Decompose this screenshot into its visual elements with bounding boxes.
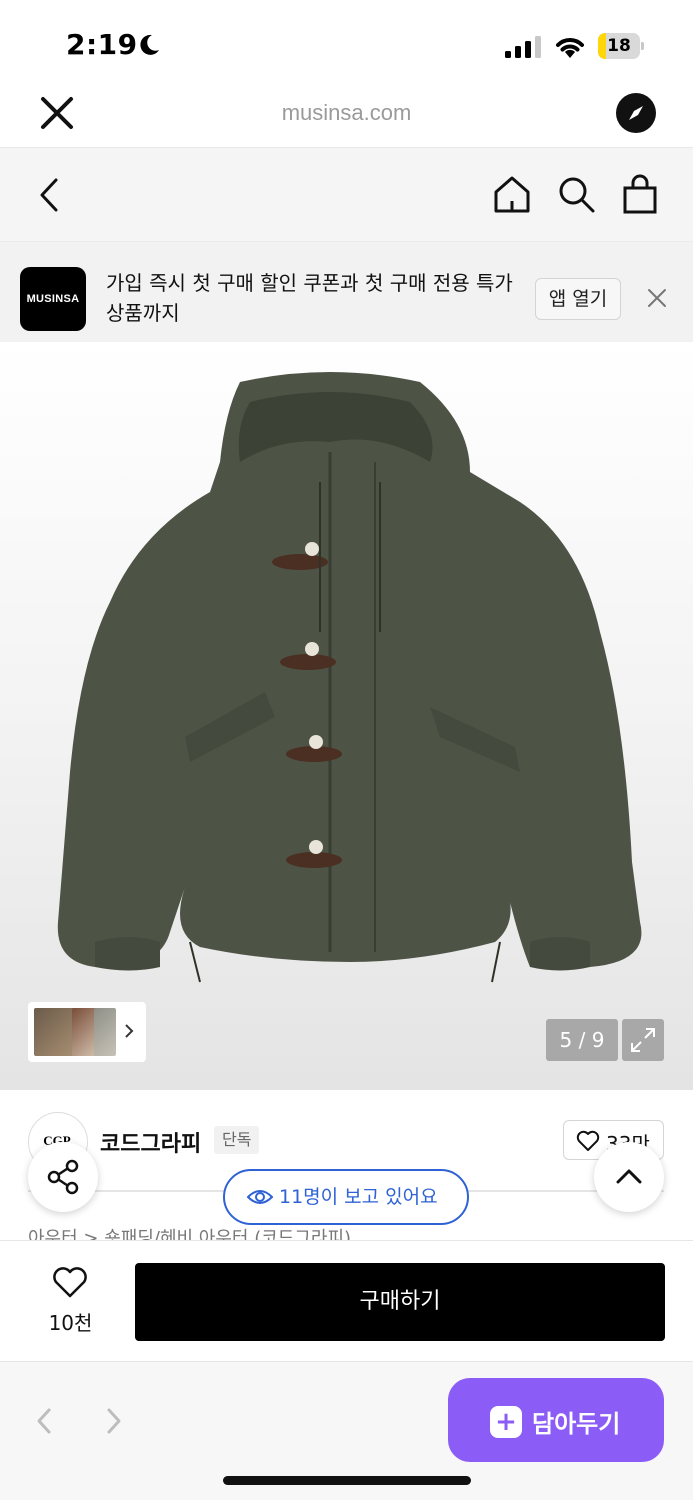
status-time: 2:19: [66, 28, 138, 61]
banner-message: 가입 즉시 첫 구매 할인 쿠폰과 첫 구매 전용 특가 상품까지: [106, 271, 513, 325]
product-gallery[interactable]: 5 / 9: [0, 342, 693, 1090]
breadcrumb[interactable]: 아우터 > 숏패딩/헤비 아우터 (코드그라피): [28, 1224, 351, 1240]
signal-icon: [505, 36, 541, 58]
save-label: 담아두기: [532, 1410, 621, 1438]
home-icon[interactable]: [492, 174, 532, 214]
thumbnail-3[interactable]: [94, 1008, 116, 1056]
wifi-icon: [556, 38, 584, 58]
browser-bottom-bar: + 담아두기: [0, 1362, 693, 1500]
chevron-right-icon[interactable]: [123, 1022, 135, 1040]
purchase-bar: 10천 구매하기: [0, 1240, 693, 1362]
battery-level: 18: [607, 36, 631, 56]
viewers-text: 11명이 보고 있어요: [279, 1186, 438, 1208]
buy-button[interactable]: 구매하기: [135, 1263, 665, 1341]
moon-icon: [140, 34, 159, 55]
app-install-banner: MUSINSA 가입 즉시 첫 구매 할인 쿠폰과 첫 구매 전용 특가 상품까…: [0, 242, 693, 342]
home-indicator: [223, 1476, 471, 1485]
bag-icon[interactable]: [620, 174, 660, 214]
site-header: [0, 148, 693, 242]
brand-name[interactable]: 코드그라피: [100, 1126, 201, 1158]
battery-icon: 18: [598, 33, 644, 59]
compass-icon[interactable]: [616, 93, 656, 133]
chevron-up-icon: [616, 1169, 642, 1184]
share-icon: [47, 1159, 79, 1195]
wishlist-count: 10천: [48, 1311, 93, 1335]
share-button[interactable]: [28, 1142, 98, 1212]
heart-icon[interactable]: [52, 1267, 88, 1299]
eye-icon: [247, 1190, 273, 1204]
close-icon[interactable]: [646, 287, 668, 309]
image-counter: 5 / 9: [546, 1019, 618, 1061]
back-icon[interactable]: [34, 176, 68, 214]
back-icon[interactable]: [34, 1406, 54, 1436]
save-button[interactable]: + 담아두기: [448, 1378, 664, 1462]
url-bar[interactable]: musinsa.com: [0, 100, 693, 126]
forward-icon[interactable]: [104, 1406, 124, 1436]
thumbnail-strip[interactable]: [28, 1002, 146, 1062]
viewers-badge: 11명이 보고 있어요: [223, 1169, 469, 1225]
plus-icon: +: [490, 1406, 522, 1438]
scroll-top-button[interactable]: [594, 1142, 664, 1212]
search-icon[interactable]: [556, 174, 596, 214]
status-bar: 2:19 18: [0, 0, 693, 90]
browser-toolbar: musinsa.com: [0, 90, 693, 148]
heart-icon: [576, 1130, 600, 1151]
expand-icon[interactable]: [622, 1019, 664, 1061]
musinsa-logo: MUSINSA: [20, 267, 86, 331]
open-app-button[interactable]: 앱 열기: [535, 278, 621, 320]
exclusive-badge: 단독: [214, 1126, 260, 1154]
product-image: [57, 372, 642, 983]
thumbnail-1[interactable]: [34, 1008, 76, 1056]
